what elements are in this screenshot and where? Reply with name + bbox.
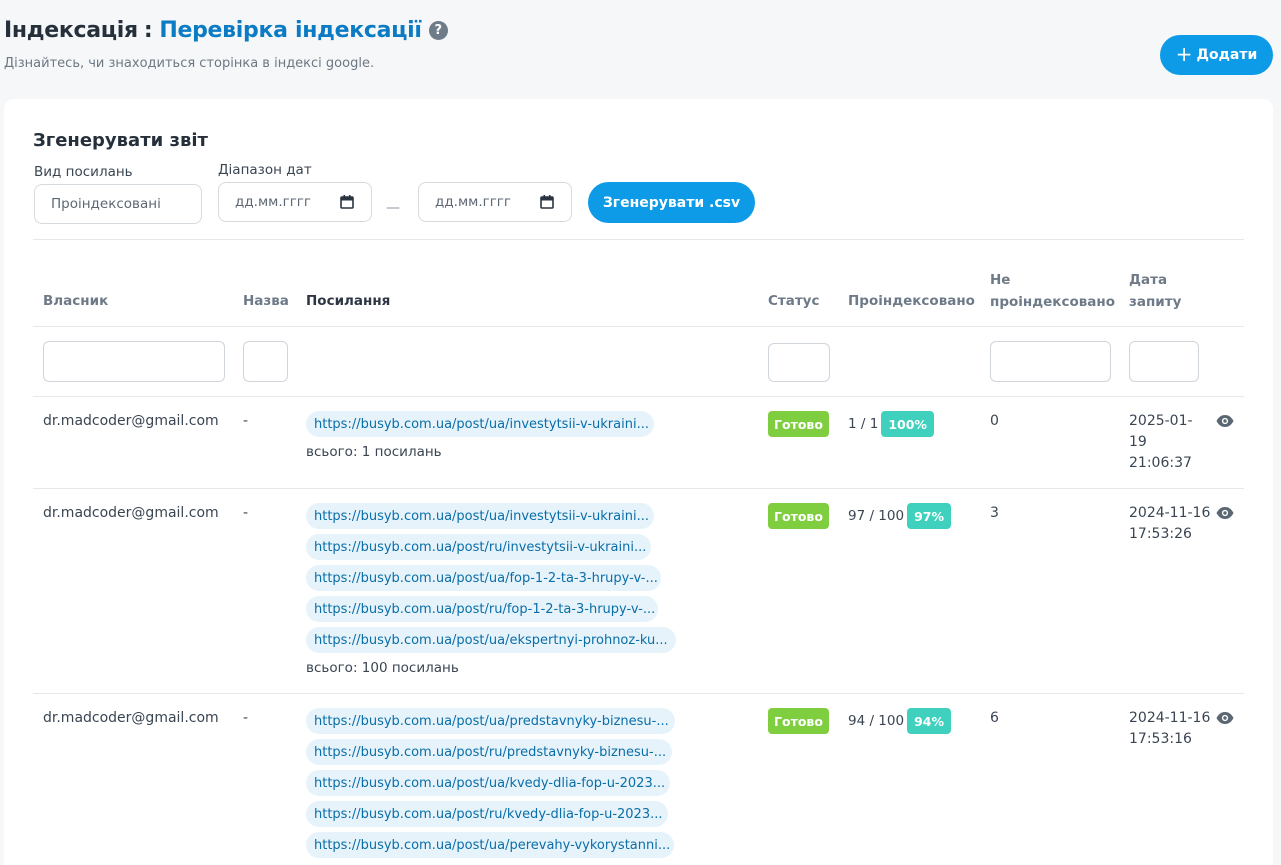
date-from-placeholder: дд.мм.гггг <box>235 194 311 210</box>
plus-icon: + <box>1175 42 1193 66</box>
link-chip[interactable]: https://busyb.com.ua/post/ua/predstavnyk… <box>306 708 675 734</box>
calendar-icon[interactable] <box>540 195 554 209</box>
column-status[interactable]: Статус <box>768 290 819 312</box>
column-request-date[interactable]: Дата запиту <box>1129 269 1181 313</box>
request-date-line1: 2024-11-16 <box>1129 710 1211 726</box>
request-date: 2025-01- 19 21:06:37 <box>1129 411 1193 474</box>
column-date-line2: запиту <box>1129 294 1182 310</box>
row-name: - <box>243 413 249 429</box>
row-name: - <box>243 505 249 521</box>
eye-icon[interactable] <box>1216 507 1234 519</box>
indexed-count: 1 / 1 100% <box>848 411 934 437</box>
title-separator: : <box>143 18 153 43</box>
calendar-icon[interactable] <box>340 195 354 209</box>
indexed-count: 97 / 100 97% <box>848 503 951 529</box>
date-from-input[interactable]: дд.мм.гггг <box>218 182 372 222</box>
filter-status-input[interactable] <box>768 343 830 382</box>
column-links: Посилання <box>306 293 391 309</box>
link-chip[interactable]: https://busyb.com.ua/post/ru/fop-1-2-ta-… <box>306 596 658 622</box>
link-chip[interactable]: https://busyb.com.ua/post/ua/perevahy-vy… <box>306 832 674 858</box>
indexed-ratio: 94 / 100 <box>848 713 905 729</box>
request-date-line2: 17:53:16 <box>1129 731 1192 747</box>
divider <box>33 488 1244 489</box>
filter-name-input[interactable] <box>243 341 288 382</box>
date-to-input[interactable]: дд.мм.гггг <box>418 182 572 222</box>
eye-icon[interactable] <box>1216 415 1234 427</box>
request-date-line1: 2024-11-16 <box>1129 505 1211 521</box>
column-not-indexed-line2: проіндексовано <box>990 294 1115 310</box>
date-to-placeholder: дд.мм.гггг <box>435 194 511 210</box>
request-date: 2024-11-16 17:53:16 <box>1129 708 1210 750</box>
indexed-percent-badge: 94% <box>907 708 951 734</box>
filter-date-input[interactable] <box>1129 341 1199 382</box>
not-indexed-count: 0 <box>990 413 999 429</box>
divider <box>33 693 1244 694</box>
status-badge: Готово <box>768 503 829 529</box>
column-not-indexed[interactable]: Не проіндексовано <box>990 269 1115 313</box>
row-owner: dr.madcoder@gmail.com <box>43 505 219 521</box>
report-title: Згенерувати звіт <box>33 130 208 151</box>
column-owner[interactable]: Власник <box>43 290 108 312</box>
date-range-label: Діапазон дат <box>218 162 312 178</box>
row-name: - <box>243 710 249 726</box>
not-indexed-count: 3 <box>990 505 999 521</box>
link-type-select[interactable]: Проіндексовані <box>34 184 202 224</box>
link-chip[interactable]: https://busyb.com.ua/post/ru/investytsii… <box>306 534 651 560</box>
indexed-ratio: 1 / 1 <box>848 416 879 432</box>
row-owner: dr.madcoder@gmail.com <box>43 413 219 429</box>
indexed-count: 94 / 100 94% <box>848 708 951 734</box>
column-indexed[interactable]: Проіндексовано <box>848 290 975 312</box>
question-circle-icon[interactable]: ? <box>428 21 448 40</box>
link-chip[interactable]: https://busyb.com.ua/post/ua/investytsii… <box>306 503 654 529</box>
request-date: 2024-11-16 17:53:26 <box>1129 503 1210 545</box>
date-range-separator: — <box>386 200 400 216</box>
divider <box>33 396 1244 397</box>
page-title: Індексація : Перевірка індексації ? <box>4 18 448 43</box>
divider <box>33 239 1244 240</box>
generate-csv-button[interactable]: Згенерувати .csv <box>588 182 755 223</box>
links-total: всього: 1 посилань <box>306 444 442 460</box>
link-chip[interactable]: https://busyb.com.ua/post/ua/ekspertnyi-… <box>306 627 676 653</box>
title-prefix: Індексація <box>4 18 138 43</box>
indexed-percent-badge: 100% <box>881 411 934 437</box>
request-date-line2: 19 <box>1129 434 1147 450</box>
links-total: всього: 100 посилань <box>306 660 459 676</box>
status-badge: Готово <box>768 411 829 437</box>
column-name[interactable]: Назва <box>243 290 289 312</box>
indexed-ratio: 97 / 100 <box>848 508 905 524</box>
add-button-label: Додати <box>1196 47 1258 63</box>
link-chip[interactable]: https://busyb.com.ua/post/ua/kvedy-dlia-… <box>306 770 670 796</box>
title-main: Перевірка індексації <box>159 18 422 43</box>
link-chip[interactable]: https://busyb.com.ua/post/ru/predstavnyk… <box>306 739 672 765</box>
not-indexed-count: 6 <box>990 710 999 726</box>
eye-icon[interactable] <box>1216 712 1234 724</box>
request-date-line1: 2025-01- <box>1129 413 1193 429</box>
column-date-line1: Дата <box>1129 272 1168 288</box>
page-subtitle: Дізнайтесь, чи знаходиться сторінка в ін… <box>4 56 375 71</box>
request-date-line2: 17:53:26 <box>1129 526 1192 542</box>
filter-owner-input[interactable] <box>43 341 225 382</box>
indexed-percent-badge: 97% <box>907 503 951 529</box>
add-button[interactable]: + Додати <box>1160 35 1273 75</box>
row-owner: dr.madcoder@gmail.com <box>43 710 219 726</box>
link-chip[interactable]: https://busyb.com.ua/post/ru/kvedy-dlia-… <box>306 801 668 827</box>
link-type-label: Вид посилань <box>34 164 133 180</box>
request-date-line3: 21:06:37 <box>1129 455 1192 471</box>
status-badge: Готово <box>768 708 829 734</box>
link-type-value: Проіндексовані <box>51 196 161 212</box>
link-chip[interactable]: https://busyb.com.ua/post/ua/investytsii… <box>306 411 654 437</box>
link-chip[interactable]: https://busyb.com.ua/post/ua/fop-1-2-ta-… <box>306 565 661 591</box>
filter-not-indexed-input[interactable] <box>990 341 1111 382</box>
divider <box>33 326 1244 327</box>
column-not-indexed-line1: Не <box>990 272 1011 288</box>
